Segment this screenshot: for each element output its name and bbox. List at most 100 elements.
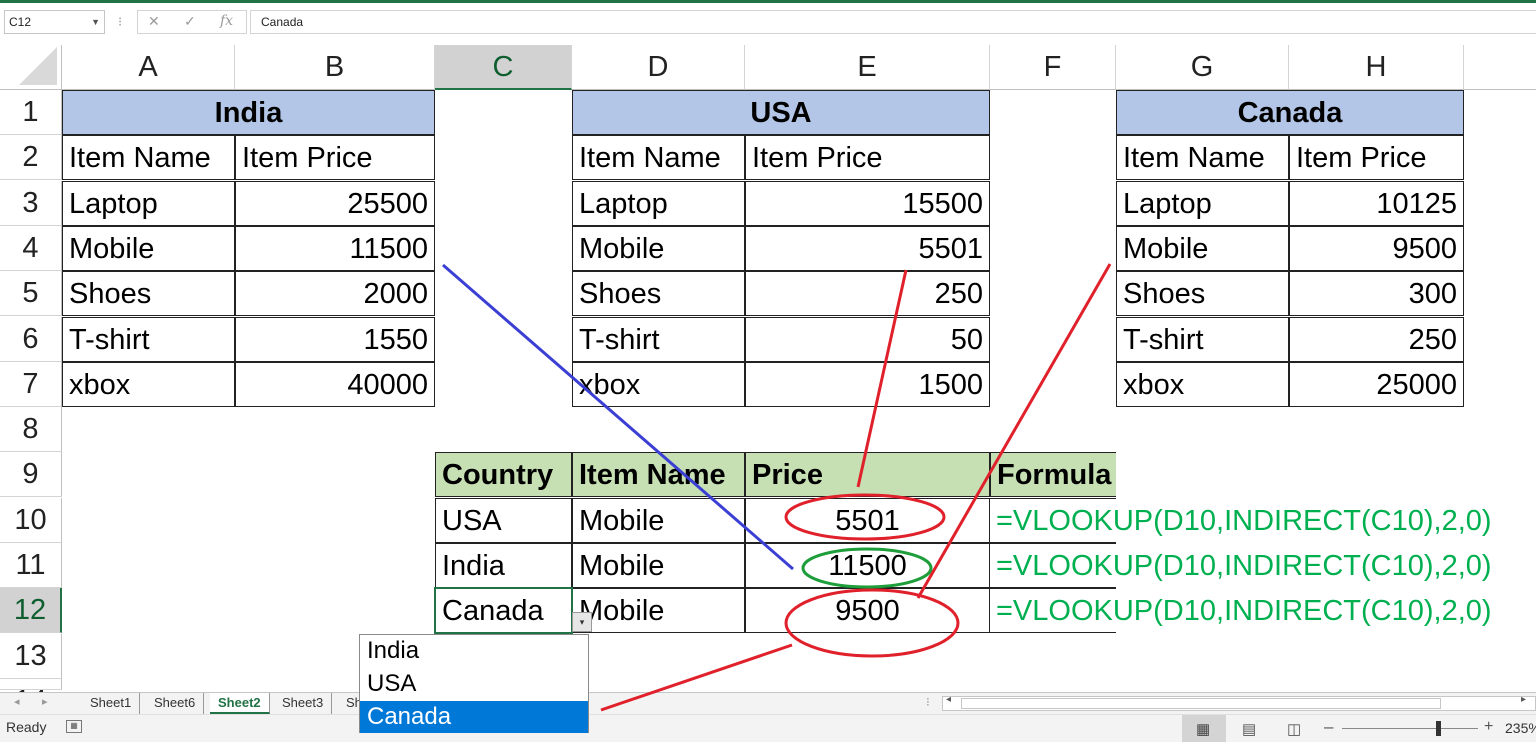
data-validation-dropdown[interactable]: India USA Canada	[359, 634, 589, 733]
item-name-cell[interactable]: xbox	[62, 361, 235, 407]
item-price-cell[interactable]: 1500	[745, 361, 990, 407]
row-header-6[interactable]: 6	[0, 316, 62, 362]
row-header-9[interactable]: 9	[0, 452, 62, 498]
lookup-formula-cell[interactable]: =VLOOKUP(D10,INDIRECT(C10),2,0)	[990, 543, 1492, 588]
header-item-name[interactable]: Item Name	[62, 135, 235, 181]
tab-sheet3[interactable]: Sheet3	[274, 693, 333, 714]
column-header-e[interactable]: E	[745, 45, 990, 90]
select-all-corner[interactable]	[0, 45, 62, 90]
item-price-cell[interactable]: 11500	[235, 225, 435, 271]
item-name-cell[interactable]: Laptop	[62, 180, 235, 226]
lookup-formula-cell[interactable]: =VLOOKUP(D10,INDIRECT(C10),2,0)	[990, 588, 1492, 634]
item-price-cell[interactable]: 50	[745, 316, 990, 362]
item-price-cell[interactable]: 40000	[235, 361, 435, 407]
item-name-cell[interactable]: Laptop	[572, 180, 745, 226]
column-header-h[interactable]: H	[1289, 45, 1464, 90]
lookup-header-formula[interactable]: Formula	[990, 452, 1116, 498]
lookup-item-cell[interactable]: Mobile	[572, 543, 745, 588]
table-title-usa[interactable]: USA	[572, 90, 990, 135]
tab-sheet1[interactable]: Sheet1	[82, 693, 141, 714]
zoom-in-icon[interactable]: +	[1484, 718, 1493, 736]
row-header-2[interactable]: 2	[0, 135, 62, 181]
header-item-price[interactable]: Item Price	[1289, 135, 1464, 181]
scroll-right-arrow-icon[interactable]: ▸	[1521, 694, 1526, 705]
item-price-cell[interactable]: 250	[1289, 316, 1464, 362]
item-price-cell[interactable]: 25500	[235, 180, 435, 226]
name-box[interactable]: C12 ▼	[4, 10, 105, 34]
tab-sheet6[interactable]: Sheet6	[146, 693, 205, 714]
row-header-13[interactable]: 13	[0, 633, 62, 679]
column-header-c[interactable]: C	[435, 45, 572, 90]
macro-record-icon[interactable]: ▦	[66, 720, 82, 733]
tab-sheet2[interactable]: Sheet2	[210, 693, 270, 714]
item-name-cell[interactable]: Shoes	[62, 271, 235, 317]
zoom-out-icon[interactable]: –	[1324, 717, 1333, 737]
lookup-header-price[interactable]: Price	[745, 452, 990, 498]
item-name-cell[interactable]: xbox	[572, 361, 745, 407]
lookup-item-cell[interactable]: Mobile	[572, 497, 745, 543]
row-header-5[interactable]: 5	[0, 271, 62, 317]
scroll-right-icon[interactable]: ▸	[42, 695, 48, 708]
lookup-item-cell[interactable]: Mobile	[572, 588, 745, 634]
lookup-header-item-name[interactable]: Item Name	[572, 452, 745, 498]
header-item-name[interactable]: Item Name	[1116, 135, 1289, 181]
chevron-down-icon[interactable]: ▾	[572, 612, 592, 632]
item-price-cell[interactable]: 250	[745, 271, 990, 317]
row-header-14[interactable]: 14	[0, 678, 62, 717]
row-header-10[interactable]: 10	[0, 497, 62, 543]
scroll-left-icon[interactable]: ◂	[14, 695, 20, 708]
column-header-g[interactable]: G	[1116, 45, 1289, 90]
row-header-3[interactable]: 3	[0, 180, 62, 226]
dropdown-option-usa[interactable]: USA	[360, 668, 588, 700]
formula-input[interactable]: Canada	[250, 10, 1536, 34]
row-header-4[interactable]: 4	[0, 225, 62, 271]
column-header-b[interactable]: B	[235, 45, 435, 90]
scrollbar-thumb[interactable]	[961, 698, 1441, 709]
lookup-price-cell[interactable]: 11500	[745, 543, 990, 588]
dropdown-option-india[interactable]: India	[360, 635, 588, 667]
item-name-cell[interactable]: T-shirt	[572, 316, 745, 362]
row-header-12[interactable]: 12	[0, 588, 62, 634]
zoom-level[interactable]: 235%	[1505, 720, 1536, 736]
column-header-a[interactable]: A	[62, 45, 235, 90]
zoom-slider[interactable]	[1342, 728, 1478, 729]
item-price-cell[interactable]: 1550	[235, 316, 435, 362]
zoom-slider-thumb[interactable]	[1436, 721, 1441, 736]
page-layout-icon[interactable]: ▤	[1242, 720, 1256, 738]
enter-icon[interactable]: ✓	[184, 13, 196, 30]
insert-function-icon[interactable]: fx	[220, 13, 233, 29]
row-header-7[interactable]: 7	[0, 361, 62, 407]
row-header-11[interactable]: 11	[0, 543, 62, 588]
item-name-cell[interactable]: Shoes	[572, 271, 745, 317]
item-name-cell[interactable]: T-shirt	[1116, 316, 1289, 362]
item-name-cell[interactable]: Shoes	[1116, 271, 1289, 317]
header-item-price[interactable]: Item Price	[235, 135, 435, 181]
page-break-icon[interactable]: ◫	[1287, 720, 1301, 738]
item-name-cell[interactable]: Laptop	[1116, 180, 1289, 226]
horizontal-scrollbar[interactable]: ◂ ▸	[942, 694, 1536, 711]
item-price-cell[interactable]: 2000	[235, 271, 435, 317]
column-header-d[interactable]: D	[572, 45, 745, 90]
split-grip-icon[interactable]: ⁝	[926, 695, 930, 709]
table-title-canada[interactable]: Canada	[1116, 90, 1464, 135]
item-price-cell[interactable]: 15500	[745, 180, 990, 226]
lookup-header-country[interactable]: Country	[435, 452, 572, 498]
dropdown-option-canada[interactable]: Canada	[360, 701, 588, 733]
item-name-cell[interactable]: Mobile	[62, 225, 235, 271]
item-name-cell[interactable]: xbox	[1116, 361, 1289, 407]
item-price-cell[interactable]: 9500	[1289, 225, 1464, 271]
header-item-name[interactable]: Item Name	[572, 135, 745, 181]
item-name-cell[interactable]: Mobile	[572, 225, 745, 271]
lookup-country-cell[interactable]: USA	[435, 497, 572, 543]
chevron-down-icon[interactable]: ▼	[91, 11, 100, 33]
table-title-india[interactable]: India	[62, 90, 435, 135]
item-price-cell[interactable]: 10125	[1289, 180, 1464, 226]
header-item-price[interactable]: Item Price	[745, 135, 990, 181]
normal-view-button[interactable]: ▦	[1182, 715, 1226, 742]
item-name-cell[interactable]: T-shirt	[62, 316, 235, 362]
lookup-formula-cell[interactable]: =VLOOKUP(D10,INDIRECT(C10),2,0)	[990, 497, 1492, 543]
lookup-price-cell[interactable]: 9500	[745, 588, 990, 634]
item-price-cell[interactable]: 25000	[1289, 361, 1464, 407]
item-price-cell[interactable]: 300	[1289, 271, 1464, 317]
lookup-country-cell[interactable]: India	[435, 543, 572, 588]
